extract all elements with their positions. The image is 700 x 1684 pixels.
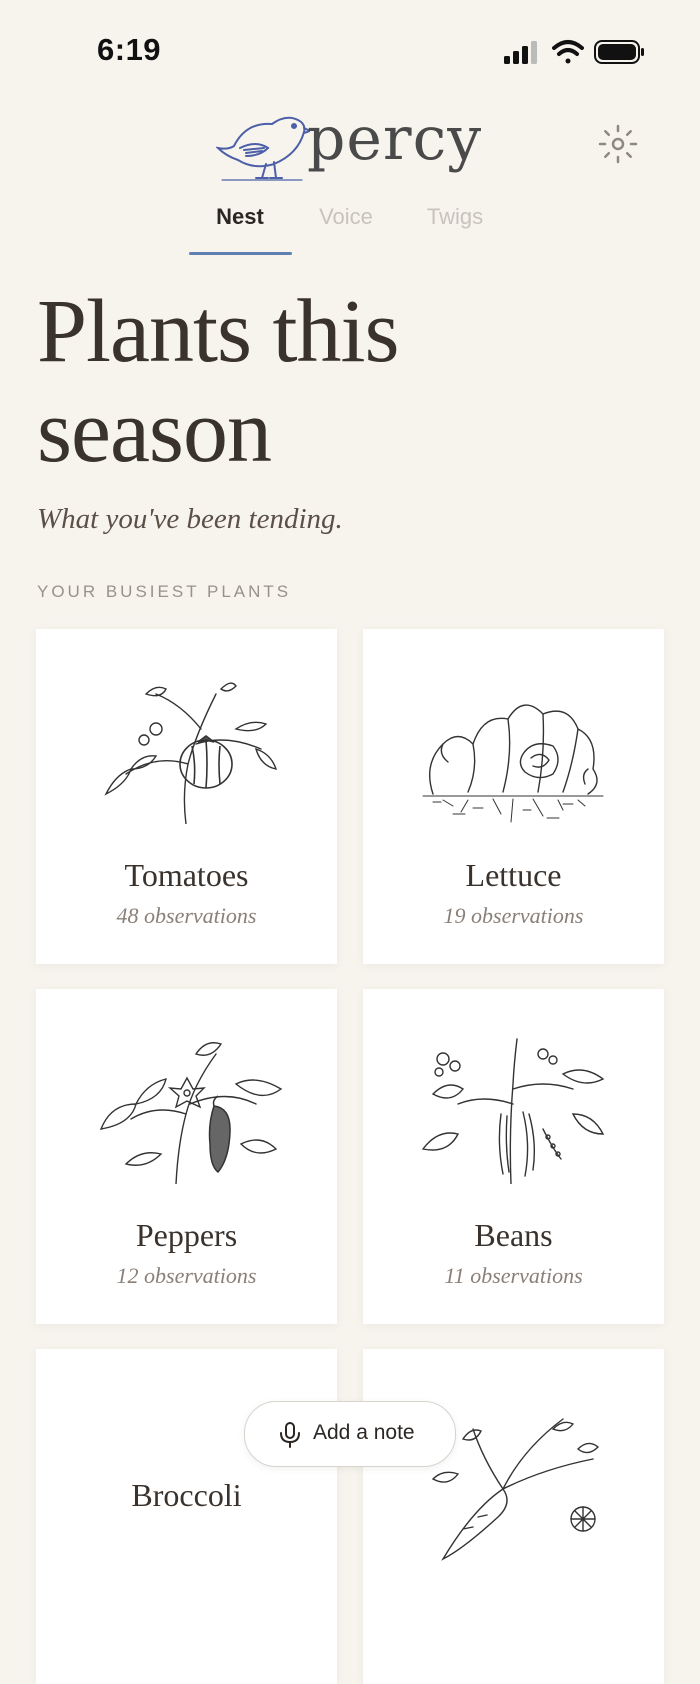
status-time: 6:19 bbox=[97, 32, 162, 67]
signal-icon bbox=[504, 41, 537, 64]
plant-observations: 48 observations bbox=[116, 903, 257, 928]
page-title: Plants this season bbox=[37, 282, 400, 482]
tab-nest[interactable]: Nest bbox=[195, 196, 285, 240]
add-note-label: Add a note bbox=[313, 1421, 415, 1444]
plant-name: Broccoli bbox=[131, 1477, 242, 1513]
add-note-button[interactable]: Add a note bbox=[244, 1401, 456, 1467]
beans-illustration-icon bbox=[421, 1038, 605, 1184]
page-title-line-1: Plants this bbox=[37, 282, 400, 381]
plant-observations: 19 observations bbox=[443, 903, 584, 928]
lettuce-illustration-icon bbox=[422, 704, 604, 823]
pepper-illustration-icon bbox=[99, 1042, 283, 1184]
tab-twigs[interactable]: Twigs bbox=[410, 196, 500, 240]
page-subtitle: What you've been tending. bbox=[37, 503, 343, 535]
plant-card-broccoli[interactable]: Broccoli bbox=[36, 1349, 337, 1684]
plant-card-carrot[interactable] bbox=[363, 1349, 664, 1684]
active-tab-indicator bbox=[189, 252, 292, 255]
plant-name: Beans bbox=[474, 1217, 553, 1253]
plant-name: Lettuce bbox=[465, 857, 562, 893]
bird-logo-icon bbox=[216, 116, 310, 181]
tab-bar: Nest Voice Twigs bbox=[0, 196, 700, 258]
tab-voice[interactable]: Voice bbox=[300, 196, 392, 240]
wifi-icon bbox=[552, 40, 584, 64]
section-label: YOUR BUSIEST PLANTS bbox=[37, 582, 292, 601]
plant-card-beans[interactable]: Beans 11 observations bbox=[363, 989, 664, 1324]
app-logo-text: percy bbox=[307, 104, 483, 174]
plant-name: Peppers bbox=[135, 1217, 238, 1253]
plant-name: Tomatoes bbox=[124, 857, 249, 893]
microphone-icon bbox=[280, 1422, 300, 1448]
status-icons bbox=[504, 40, 644, 64]
plant-card-peppers[interactable]: Peppers 12 observations bbox=[36, 989, 337, 1324]
page-title-line-2: season bbox=[37, 382, 272, 481]
plant-card-tomatoes[interactable]: Tomatoes 48 observations bbox=[36, 629, 337, 964]
battery-icon bbox=[594, 40, 644, 64]
plant-card-lettuce[interactable]: Lettuce 19 observations bbox=[363, 629, 664, 964]
plant-observations: 12 observations bbox=[116, 1263, 257, 1288]
tomato-illustration-icon bbox=[104, 682, 278, 824]
status-bar: 6:19 bbox=[0, 0, 700, 100]
plant-observations: 11 observations bbox=[444, 1263, 583, 1288]
sun-gear-icon[interactable] bbox=[596, 122, 640, 166]
